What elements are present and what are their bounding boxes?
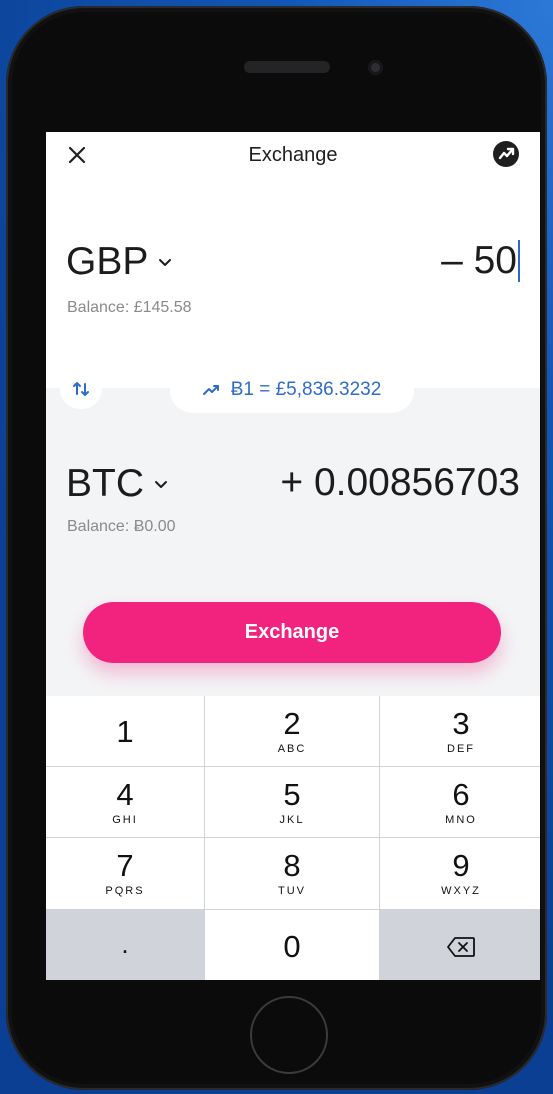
exchange-rate-pill[interactable]: Ƀ1 = £5,836.3232: [170, 367, 414, 413]
nav-bar: Exchange: [46, 132, 540, 184]
exchange-button[interactable]: Exchange: [83, 602, 501, 663]
to-amount-value: + 0.00856703: [280, 461, 520, 504]
key-7[interactable]: 7 PQRS: [46, 838, 204, 909]
from-currency-section: GBP – 50 Balance: £145.58: [46, 184, 540, 388]
key-letters: WXYZ: [441, 885, 481, 897]
key-letters: TUV: [278, 885, 306, 897]
from-currency-select[interactable]: GBP: [66, 240, 172, 284]
key-digit: 5: [283, 776, 301, 812]
key-digit: 4: [116, 776, 134, 812]
trend-chart-icon[interactable]: [493, 141, 519, 167]
key-4[interactable]: 4 GHI: [46, 767, 204, 837]
chevron-down-icon: [155, 481, 167, 488]
from-currency-code: GBP: [66, 240, 149, 283]
home-button[interactable]: [250, 996, 328, 1074]
key-digit: 9: [452, 848, 470, 883]
key-digit: 7: [116, 848, 134, 883]
key-decimal[interactable]: .: [46, 910, 204, 980]
key-1[interactable]: 1: [46, 696, 204, 766]
to-currency-select[interactable]: BTC: [66, 462, 168, 506]
front-camera: [368, 60, 383, 75]
key-digit: 6: [452, 776, 470, 812]
backspace-icon: [447, 936, 475, 957]
phone-frame: Exchange GBP – 50 Balance: £145.58 BTC +…: [6, 6, 547, 1090]
key-0[interactable]: 0: [205, 910, 379, 980]
key-letters: PQRS: [105, 885, 145, 897]
app-screen: Exchange GBP – 50 Balance: £145.58 BTC +…: [46, 132, 540, 980]
chevron-down-icon: [159, 259, 172, 266]
from-amount-value: – 50: [441, 239, 517, 282]
key-letters: DEF: [447, 742, 475, 755]
key-2[interactable]: 2 ABC: [205, 696, 379, 766]
swap-arrows-icon: [73, 382, 89, 396]
key-9[interactable]: 9 WXYZ: [380, 838, 540, 909]
key-digit: 8: [283, 848, 301, 883]
key-5[interactable]: 5 JKL: [205, 767, 379, 837]
key-digit: 3: [452, 705, 470, 741]
key-8[interactable]: 8 TUV: [205, 838, 379, 909]
key-digit: 0: [283, 929, 301, 964]
text-cursor: [518, 240, 520, 282]
key-letters: MNO: [445, 813, 477, 826]
key-digit: 1: [116, 713, 134, 749]
speaker-grille: [244, 61, 330, 73]
key-6[interactable]: 6 MNO: [380, 767, 540, 837]
key-letters: JKL: [279, 813, 305, 826]
key-letters: ABC: [277, 742, 307, 755]
key-3[interactable]: 3 DEF: [380, 696, 540, 766]
to-balance: Balance: Ƀ0.00: [67, 518, 176, 535]
to-currency-code: BTC: [66, 462, 144, 505]
from-balance: Balance: £145.58: [67, 299, 192, 316]
trend-up-icon: [202, 385, 219, 395]
backspace-key[interactable]: [380, 910, 540, 980]
numeric-keypad: 1 2 ABC 3 DEF 4 GHI 5 JKL 6 MNO 7 PQRS 8…: [46, 696, 540, 980]
page-title: Exchange: [248, 144, 338, 166]
swap-currencies-button[interactable]: [60, 369, 102, 409]
exchange-rate-text: Ƀ1 = £5,836.3232: [230, 379, 382, 400]
from-amount-input[interactable]: – 50: [441, 239, 520, 283]
key-letters: GHI: [112, 813, 138, 826]
key-digit: .: [121, 928, 129, 959]
key-digit: 2: [283, 705, 301, 741]
